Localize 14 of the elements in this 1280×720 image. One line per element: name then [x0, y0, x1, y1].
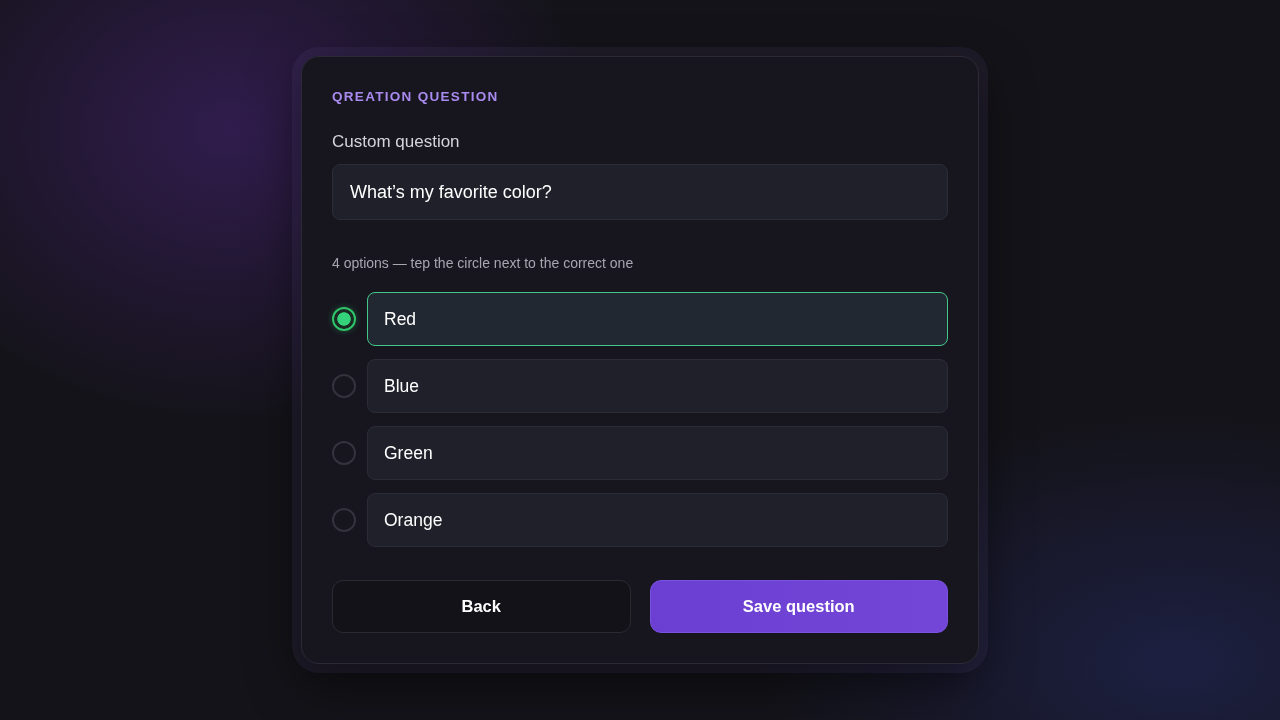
option-input[interactable]: Red	[367, 292, 948, 346]
radio-button[interactable]	[332, 374, 356, 398]
save-button[interactable]: Save question	[649, 580, 948, 633]
hint-text: 4 options — tep the circle next to the correct one	[332, 254, 635, 272]
radio-button[interactable]	[332, 508, 356, 532]
field-label: Custom question	[332, 131, 461, 153]
option-input[interactable]: Blue	[367, 359, 948, 413]
option-input[interactable]: Orange	[367, 493, 948, 547]
radio-button[interactable]	[332, 441, 356, 465]
option-input[interactable]: Green	[367, 426, 948, 480]
section-title: QREATION QUESTION	[332, 89, 500, 105]
back-button[interactable]: Back	[332, 580, 631, 633]
radio-button[interactable]	[332, 307, 356, 331]
question-input[interactable]: What’s my favorite color?	[332, 164, 948, 220]
